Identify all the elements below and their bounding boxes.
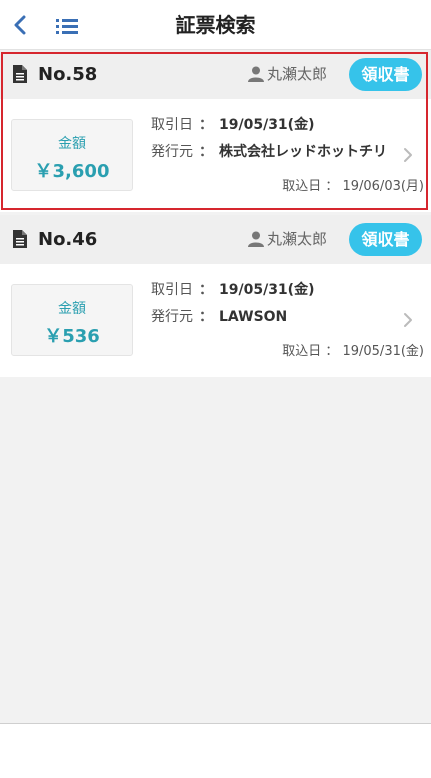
user-icon bbox=[248, 231, 264, 247]
issuer-label: 発行元 bbox=[151, 144, 193, 160]
amount-box: 金額 ￥3,600 bbox=[11, 119, 133, 191]
list-icon bbox=[56, 19, 78, 34]
user-name: 丸瀬太郎 bbox=[267, 230, 328, 248]
import-date-value: 19/05/31(金) bbox=[342, 344, 424, 359]
document-icon bbox=[13, 65, 27, 83]
user-icon bbox=[248, 66, 264, 82]
voucher-card[interactable]: No.46 丸瀬太郎 領収書 金額 ￥536 取引日： 19/05/31(金) 発… bbox=[0, 215, 431, 377]
import-date-value: 19/06/03(月) bbox=[342, 179, 424, 194]
amount-value: ￥3,600 bbox=[34, 161, 110, 182]
card-body[interactable]: 金額 ￥536 取引日： 19/05/31(金) 発行元： LAWSON 取込日 ：… bbox=[0, 264, 431, 377]
receipt-type-button[interactable]: 領収書 bbox=[349, 58, 422, 91]
card-header: No.58 丸瀬太郎 領収書 bbox=[0, 50, 431, 99]
chevron-right-icon[interactable] bbox=[401, 146, 415, 164]
issuer-row: 発行元：株式会社レッドホットチリ bbox=[151, 144, 387, 160]
import-date-label: 取込日 bbox=[282, 344, 322, 359]
voucher-number: No.46 bbox=[38, 229, 98, 250]
trade-date-label: 取引日 bbox=[151, 117, 193, 133]
import-date-row: 取込日 ： 19/05/31(金) bbox=[282, 344, 424, 359]
amount-label: 金額 bbox=[58, 301, 86, 317]
issuer-row: 発行元： LAWSON bbox=[151, 309, 288, 325]
amount-box: 金額 ￥536 bbox=[11, 284, 133, 356]
amount-label: 金額 bbox=[58, 136, 86, 152]
back-button[interactable] bbox=[8, 12, 32, 38]
trade-date-value: 19/05/31(金) bbox=[219, 282, 315, 298]
user-name: 丸瀬太郎 bbox=[267, 65, 328, 83]
voucher-card[interactable]: No.58 丸瀬太郎 領収書 金額 ￥3,600 取引日： 19/05/31(金)… bbox=[0, 50, 431, 212]
trade-date-row: 取引日： 19/05/31(金) bbox=[151, 117, 315, 133]
trade-date-value: 19/05/31(金) bbox=[219, 117, 315, 133]
list-menu-button[interactable] bbox=[53, 13, 81, 39]
card-header: No.46 丸瀬太郎 領収書 bbox=[0, 215, 431, 264]
import-date-row: 取込日 ： 19/06/03(月) bbox=[282, 179, 424, 194]
card-body[interactable]: 金額 ￥3,600 取引日： 19/05/31(金) 発行元：株式会社レッドホット… bbox=[0, 99, 431, 212]
chevron-left-icon bbox=[14, 15, 26, 35]
issuer-value: 株式会社レッドホットチリ bbox=[219, 144, 387, 160]
amount-value: ￥536 bbox=[44, 326, 100, 347]
trade-date-row: 取引日： 19/05/31(金) bbox=[151, 282, 315, 298]
bottom-bar bbox=[0, 723, 431, 778]
chevron-right-icon[interactable] bbox=[401, 311, 415, 329]
issuer-label: 発行元 bbox=[151, 309, 193, 325]
voucher-list: No.58 丸瀬太郎 領収書 金額 ￥3,600 取引日： 19/05/31(金)… bbox=[0, 50, 431, 377]
app-header: 証票検索 bbox=[0, 0, 431, 50]
issuer-value: LAWSON bbox=[219, 309, 288, 325]
document-icon bbox=[13, 230, 27, 248]
voucher-number: No.58 bbox=[38, 64, 98, 85]
receipt-type-button[interactable]: 領収書 bbox=[349, 223, 422, 256]
import-date-label: 取込日 bbox=[282, 179, 322, 194]
trade-date-label: 取引日 bbox=[151, 282, 193, 298]
